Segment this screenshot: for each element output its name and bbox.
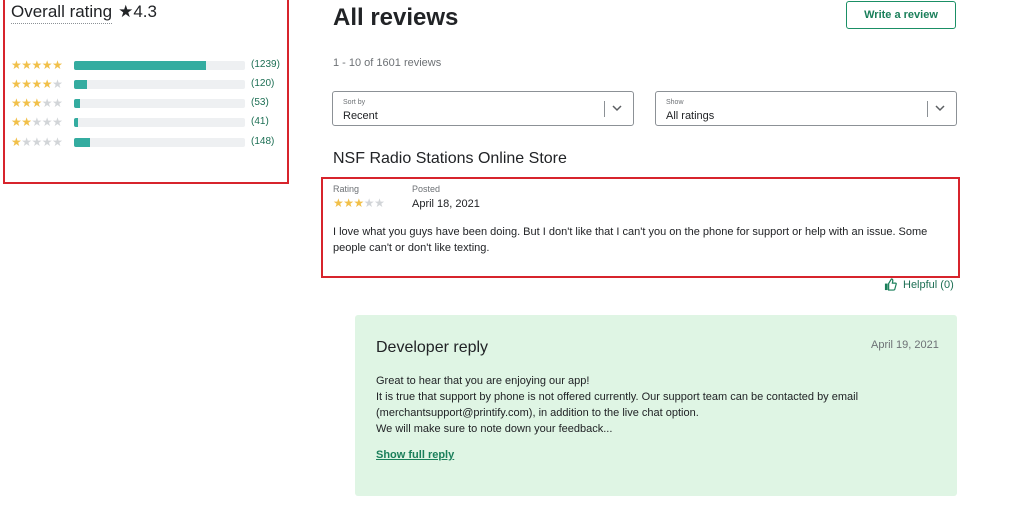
star-icon: ★ xyxy=(363,196,375,210)
page-title: All reviews xyxy=(333,4,459,31)
star-icon: ★ xyxy=(52,77,63,91)
review-star-rating: ★★★★★ xyxy=(333,196,385,210)
star-icon: ★ xyxy=(21,96,32,110)
rating-bar-track xyxy=(74,61,245,70)
write-review-button[interactable]: Write a review xyxy=(846,1,956,29)
star-icon: ★ xyxy=(21,58,32,72)
sort-by-label: Sort by xyxy=(343,99,366,106)
rating-row-4-star[interactable]: ★★★★★ (120) xyxy=(11,77,281,92)
star-icon: ★ xyxy=(41,135,53,149)
show-value: All ratings xyxy=(666,110,715,122)
overall-rating-heading: Overall rating ★4.3 xyxy=(11,2,157,24)
chevron-down-icon xyxy=(935,105,945,112)
star-icon: ★ xyxy=(21,77,32,91)
rating-bar-fill xyxy=(74,80,87,89)
overall-rating-score: ★4.3 xyxy=(118,2,157,21)
show-label: Show xyxy=(666,99,684,106)
star-icon: ★ xyxy=(11,58,22,72)
thumbs-up-icon xyxy=(884,278,897,291)
star-icon: ★ xyxy=(21,115,32,129)
star-icon: ★ xyxy=(41,58,53,72)
select-divider xyxy=(927,101,928,117)
rating-bar-track xyxy=(74,118,245,127)
star-icon: ★ xyxy=(11,96,22,110)
helpful-button[interactable]: Helpful (0) xyxy=(884,278,954,291)
review-text: I love what you guys have been doing. Bu… xyxy=(333,226,928,254)
star-icon: ★ xyxy=(21,135,32,149)
overall-rating-panel: Overall rating ★4.3 ★★★★★ (1239) ★★★★★ (120)… xyxy=(3,0,289,184)
developer-reply-line: It is true that support by phone is not … xyxy=(376,391,859,403)
review-count: 1 - 10 of 1601 reviews xyxy=(333,57,442,69)
rating-count[interactable]: (53) xyxy=(251,97,269,108)
review-rating-label: Rating xyxy=(333,184,360,194)
rating-bar-track xyxy=(74,99,245,108)
developer-reply-line: (merchantsupport@printify.com), in addit… xyxy=(376,407,699,419)
star-icon: ★ xyxy=(31,77,43,91)
review-posted-label: Posted xyxy=(412,184,441,194)
star-icon: ★ xyxy=(31,96,43,110)
rating-row-1-star[interactable]: ★★★★★ (148) xyxy=(11,135,281,150)
overall-rating-label[interactable]: Overall rating xyxy=(11,2,113,24)
rating-count[interactable]: (1239) xyxy=(251,59,280,70)
star-icon: ★ xyxy=(333,196,344,210)
star-icon: ★ xyxy=(374,196,385,210)
rating-bar-fill xyxy=(74,61,207,70)
star-icon: ★ xyxy=(343,196,354,210)
rating-row-3-star[interactable]: ★★★★★ (53) xyxy=(11,96,281,111)
developer-reply-line: We will make sure to note down your feed… xyxy=(376,423,613,435)
chevron-down-icon xyxy=(612,105,622,112)
row-stars: ★★★★★ xyxy=(11,96,63,110)
row-stars: ★★★★★ xyxy=(11,135,63,149)
star-icon: ★ xyxy=(11,135,22,149)
select-divider xyxy=(604,101,605,117)
rating-count[interactable]: (120) xyxy=(251,78,274,89)
star-icon: ★ xyxy=(31,115,43,129)
star-icon: ★ xyxy=(52,58,63,72)
star-icon: ★ xyxy=(52,135,63,149)
row-stars: ★★★★★ xyxy=(11,115,63,129)
rating-bar-fill xyxy=(74,138,90,147)
star-icon: ★ xyxy=(41,96,53,110)
rating-row-5-star[interactable]: ★★★★★ (1239) xyxy=(11,58,281,73)
row-stars: ★★★★★ xyxy=(11,58,63,72)
show-ratings-select[interactable]: Show All ratings xyxy=(655,91,957,126)
developer-reply-title: Developer reply xyxy=(376,339,489,356)
star-icon: ★ xyxy=(31,135,43,149)
rating-bar-track xyxy=(74,80,245,89)
review-store-name: NSF Radio Stations Online Store xyxy=(333,150,567,167)
star-icon: ★ xyxy=(11,77,22,91)
star-icon: ★ xyxy=(11,115,22,129)
show-full-reply-link[interactable]: Show full reply xyxy=(376,449,454,461)
star-icon: ★ xyxy=(353,196,365,210)
rating-bar-track xyxy=(74,138,245,147)
developer-reply-line: Great to hear that you are enjoying our … xyxy=(376,375,590,387)
sort-by-select[interactable]: Sort by Recent xyxy=(332,91,634,126)
developer-reply-date: April 19, 2021 xyxy=(871,339,939,351)
review-posted-date: April 18, 2021 xyxy=(412,198,480,210)
sort-by-value: Recent xyxy=(343,110,378,122)
rating-bar-fill xyxy=(74,99,80,108)
star-icon: ★ xyxy=(41,115,53,129)
rating-bar-fill xyxy=(74,118,79,127)
developer-reply-text: Great to hear that you are enjoying our … xyxy=(376,373,916,437)
rating-row-2-star[interactable]: ★★★★★ (41) xyxy=(11,115,281,130)
star-icon: ★ xyxy=(31,58,43,72)
star-icon: ★ xyxy=(52,96,63,110)
star-icon: ★ xyxy=(52,115,63,129)
rating-count[interactable]: (148) xyxy=(251,136,274,147)
helpful-label: Helpful (0) xyxy=(903,278,954,291)
rating-count[interactable]: (41) xyxy=(251,116,269,127)
row-stars: ★★★★★ xyxy=(11,77,63,91)
star-icon: ★ xyxy=(41,77,53,91)
